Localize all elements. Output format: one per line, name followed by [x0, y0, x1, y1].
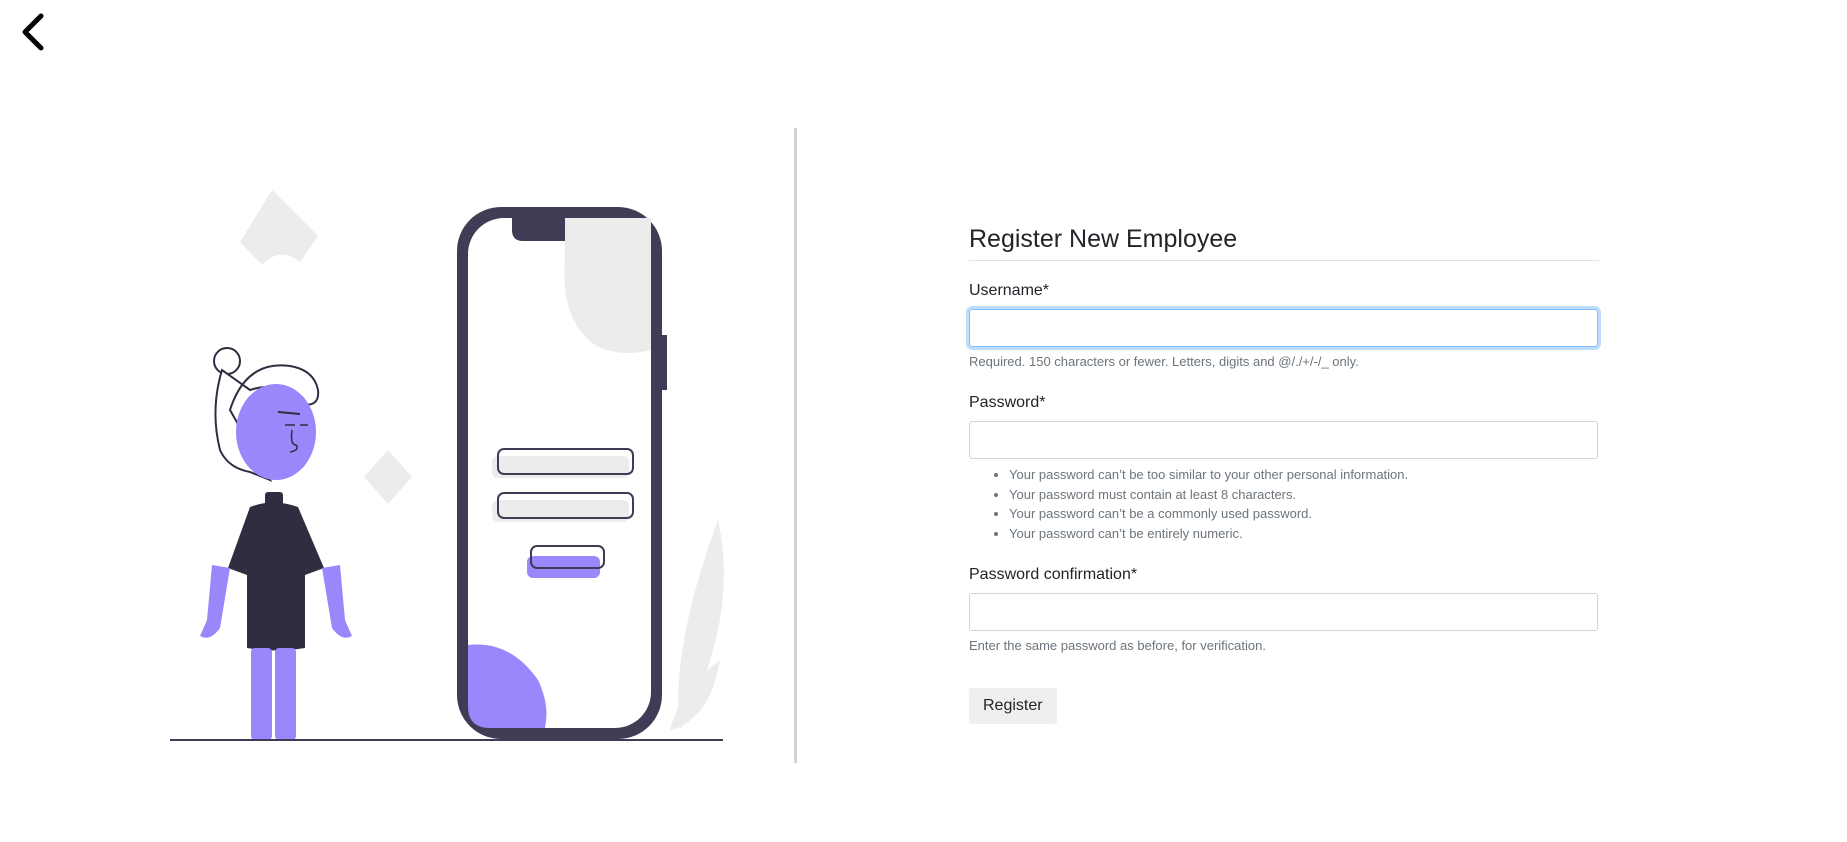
password-confirmation-group: Password confirmation* Enter the same pa… — [969, 565, 1599, 655]
register-form: Register New Employee Username* Required… — [969, 224, 1599, 725]
vertical-divider — [794, 128, 797, 763]
register-button[interactable]: Register — [969, 688, 1057, 725]
chevron-left-icon — [22, 13, 44, 51]
phone-illustration — [457, 207, 667, 739]
password-input[interactable] — [969, 421, 1598, 460]
decor-shape-top — [240, 190, 318, 265]
password-help-item: Your password can’t be entirely numeric. — [1009, 524, 1599, 544]
back-button[interactable] — [14, 10, 54, 54]
password-label: Password* — [969, 394, 1046, 412]
password-confirmation-help: Enter the same password as before, for v… — [969, 638, 1266, 654]
username-input[interactable] — [969, 309, 1598, 348]
password-help-item: Your password can’t be a commonly used p… — [1009, 504, 1599, 524]
username-label: Username* — [969, 282, 1050, 299]
password-help-item: Your password can’t be too similar to yo… — [1009, 465, 1599, 485]
password-confirmation-input[interactable] — [969, 593, 1598, 632]
username-group: Username* Required. 150 characters or fe… — [969, 281, 1599, 371]
register-illustration — [170, 190, 724, 741]
password-help-list: Your password can’t be too similar to yo… — [969, 465, 1599, 543]
username-help: Required. 150 characters or fewer. Lette… — [969, 354, 1359, 370]
password-help-item: Your password must contain at least 8 ch… — [1009, 485, 1599, 505]
decor-diamond — [364, 450, 412, 504]
password-confirmation-label: Password confirmation* — [969, 566, 1138, 584]
person-illustration — [200, 347, 352, 740]
password-group: Password* Your password can’t be too sim… — [969, 393, 1599, 543]
page-title: Register New Employee — [969, 224, 1599, 261]
